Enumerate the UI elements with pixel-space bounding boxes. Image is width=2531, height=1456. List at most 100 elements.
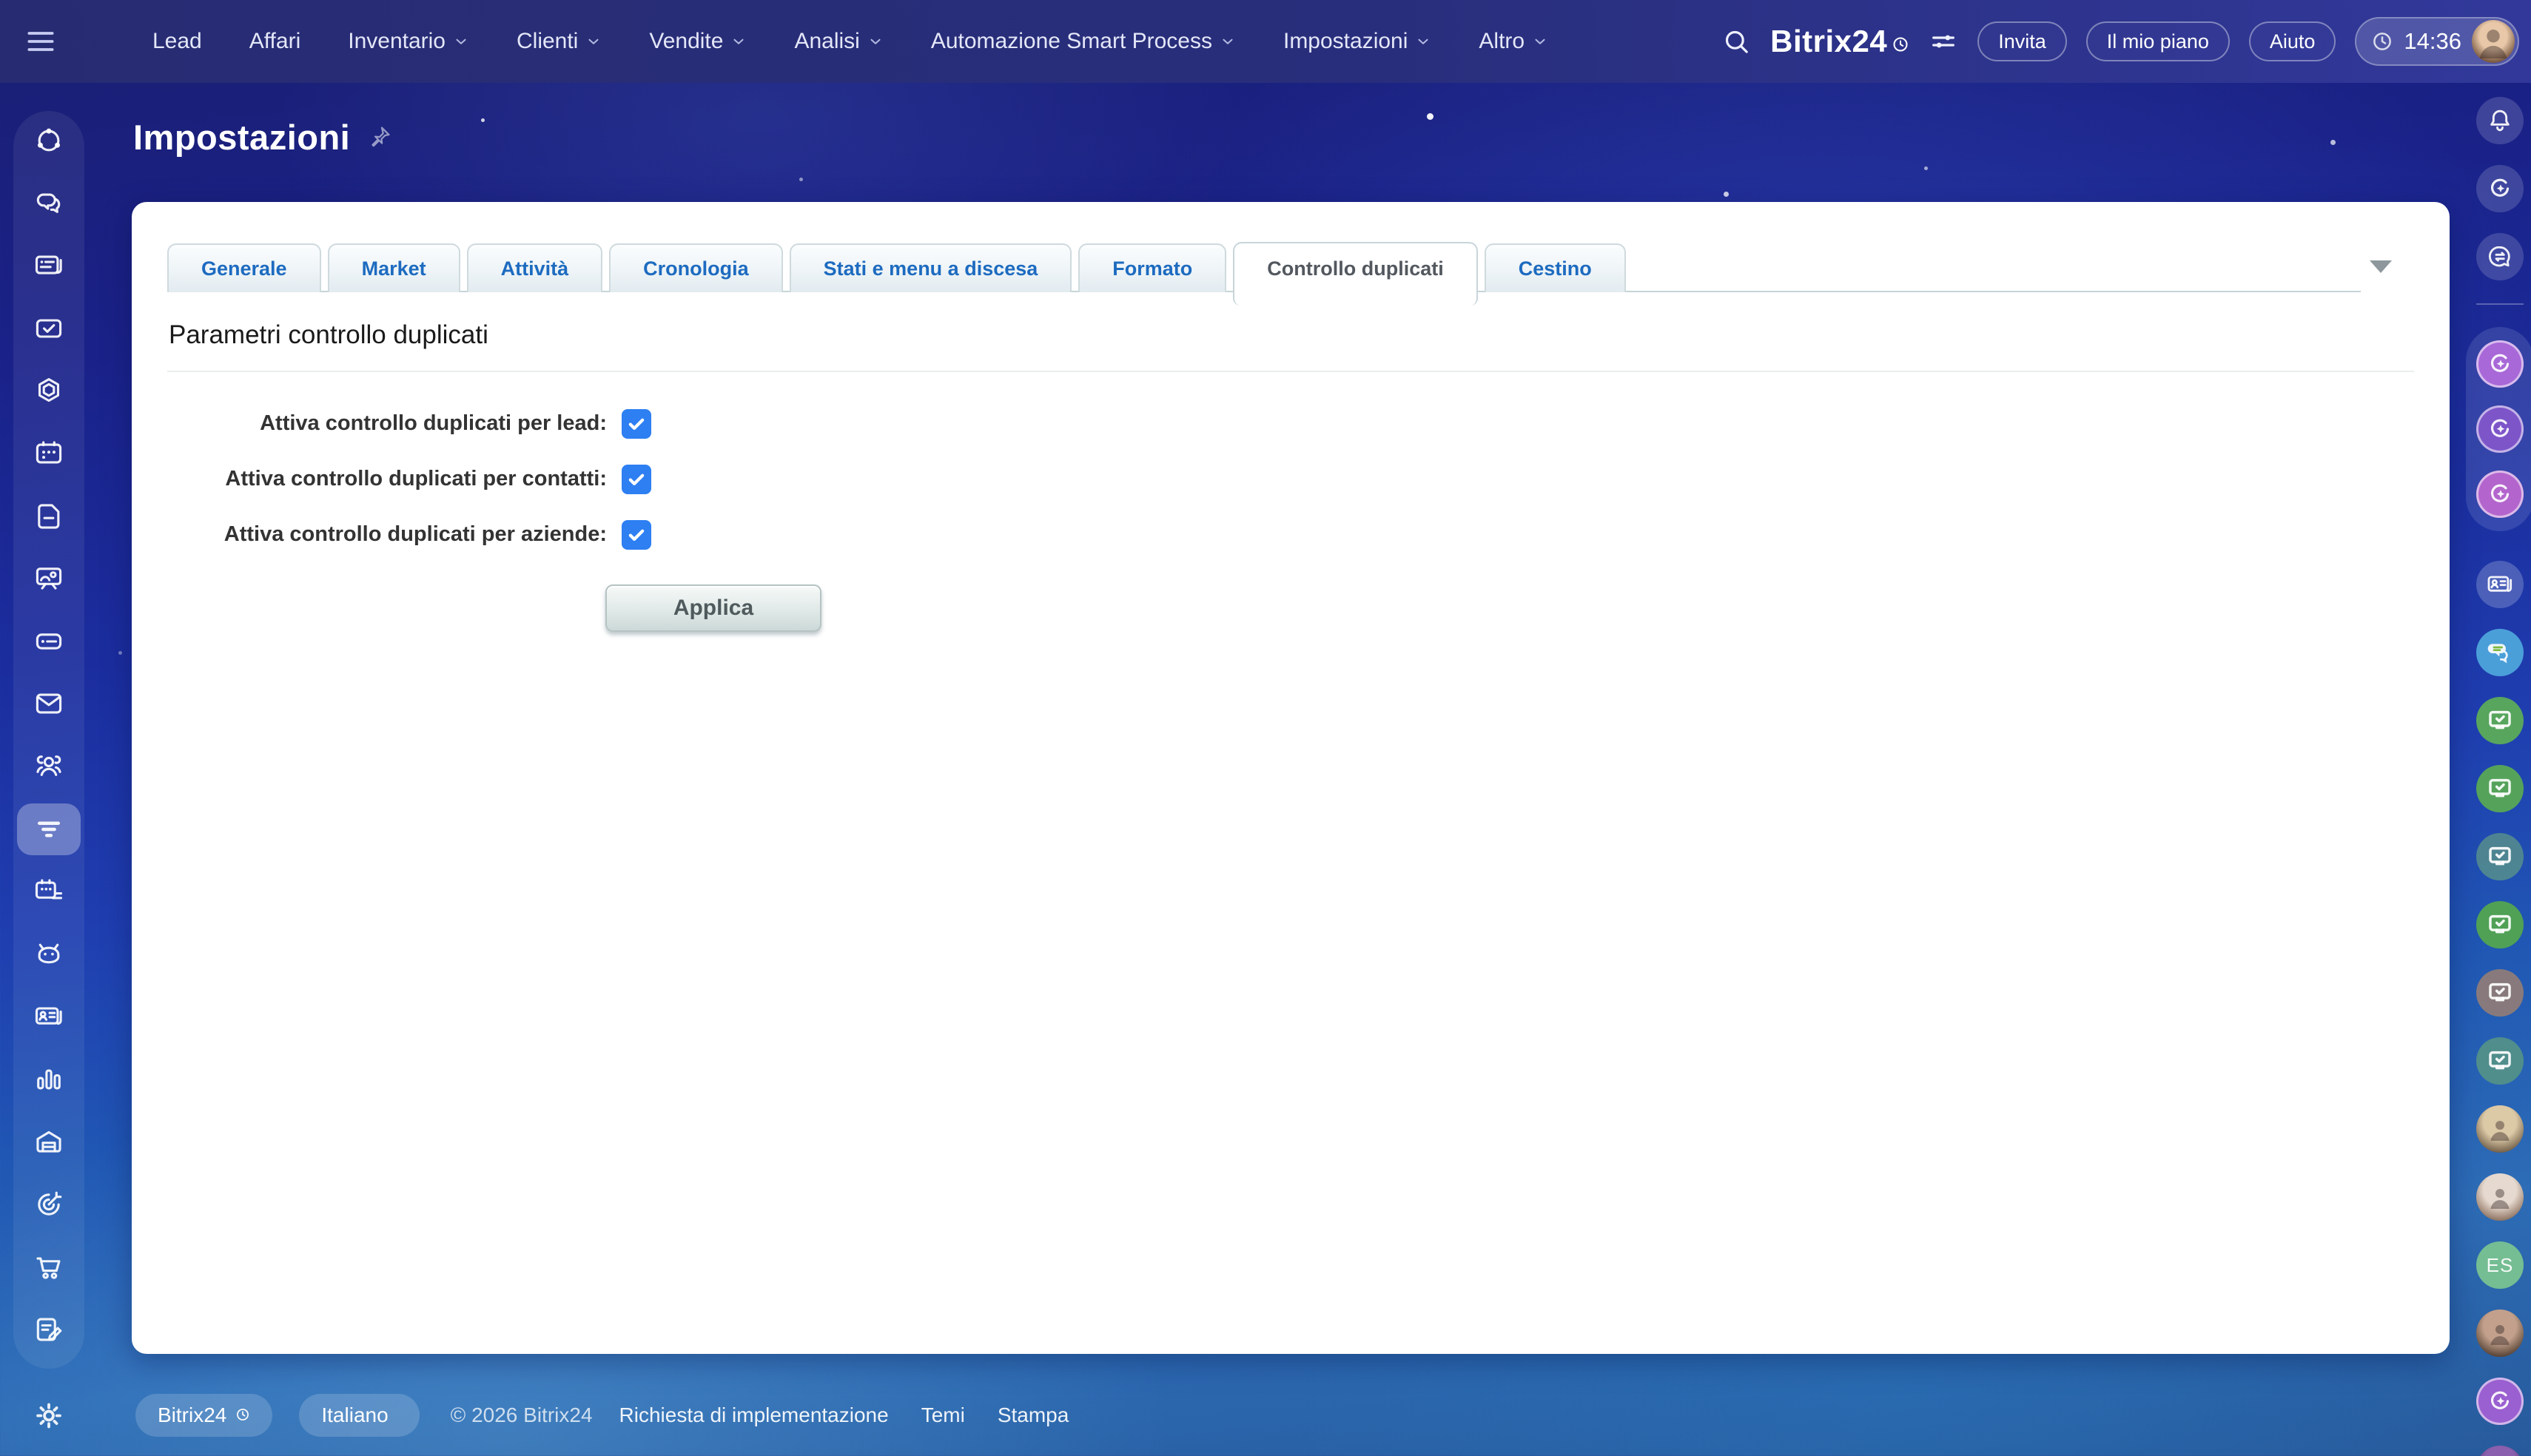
user-avatar[interactable] (2476, 1446, 2524, 1456)
user-avatar[interactable] (2472, 20, 2515, 63)
top-bar: Lead Affari Inventario Clienti Vendite Analis… (0, 0, 2531, 83)
nav-item-automazione-smart-process[interactable]: Automazione Smart Process (931, 29, 1236, 54)
field-row: Attiva controllo duplicati per contatti: (167, 451, 2414, 507)
video-conference-icon[interactable] (25, 558, 73, 599)
topbar-right-cluster: Bitrix24 Invita Il mio piano Aiuto 14:36 (1721, 0, 2519, 83)
checkbox-checked[interactable] (622, 408, 651, 439)
mail-envelope-icon[interactable] (25, 683, 73, 724)
nav-item-label: Affari (249, 29, 301, 53)
nav-item-clienti[interactable]: Clienti (517, 29, 602, 54)
copilot-icon[interactable] (2476, 165, 2524, 212)
monitor-check-icon[interactable] (2476, 901, 2524, 948)
monitor-check-icon[interactable] (2476, 969, 2524, 1017)
nav-item-impostazioni[interactable]: Impostazioni (1283, 29, 1431, 54)
apply-button[interactable]: Applica (605, 584, 821, 632)
field-label: Attiva controllo duplicati per aziende: (223, 522, 607, 546)
monitor-check-icon[interactable] (2476, 765, 2524, 812)
tab-cronologia[interactable]: Cronologia (609, 243, 783, 292)
copilot-icon[interactable] (2476, 340, 2524, 388)
help-button[interactable]: Aiuto (2248, 21, 2336, 61)
tab-controllo-duplicati[interactable]: Controllo duplicati (1233, 242, 1478, 306)
search-icon[interactable] (1721, 27, 1751, 56)
tab-attivita[interactable]: Attività (466, 243, 603, 292)
copilot-hexagon-icon[interactable] (25, 370, 73, 411)
time-widget[interactable]: 14:36 (2355, 17, 2519, 66)
tab-formato[interactable]: Formato (1078, 243, 1227, 292)
contact-card-icon[interactable] (25, 996, 73, 1037)
nav-item-lead[interactable]: Lead (152, 29, 202, 54)
people-group-icon[interactable] (25, 746, 73, 787)
current-time: 14:36 (2404, 28, 2461, 54)
footer-brand-badge[interactable]: Bitrix24 (135, 1394, 273, 1437)
monitor-check-icon[interactable] (2476, 1037, 2524, 1085)
footer: Bitrix24 Italiano © 2026 Bitrix24 Richie… (135, 1394, 1069, 1437)
language-selector[interactable]: Italiano (299, 1394, 420, 1437)
messenger-sync-icon[interactable] (2476, 233, 2524, 280)
nav-item-altro[interactable]: Altro (1479, 29, 1548, 54)
field-row: Attiva controllo duplicati per aziende: (167, 507, 2414, 562)
chevron-down-icon (1532, 33, 1548, 50)
checkbox-checked[interactable] (622, 464, 651, 494)
user-avatar[interactable] (2476, 1310, 2524, 1357)
field-label: Attiva controllo duplicati per lead: (260, 411, 607, 435)
marketing-target-icon[interactable] (25, 1184, 73, 1225)
top-nav: Lead Affari Inventario Clienti Vendite Analis… (152, 29, 1548, 54)
crm-funnel-icon[interactable] (17, 803, 81, 855)
chevron-down-icon (730, 33, 747, 50)
contact-card-icon[interactable] (2476, 561, 2524, 608)
tabs-overflow-caret-icon[interactable] (2370, 260, 2392, 273)
chat-green-lines-icon[interactable] (2476, 629, 2524, 676)
sliders-icon[interactable] (1929, 27, 1958, 56)
bar-chart-icon[interactable] (25, 1059, 73, 1100)
copilot-icon[interactable] (2476, 471, 2524, 518)
tabs-bar: Generale Market Attività Cronologia Stati e … (132, 202, 2450, 306)
footer-link-richiesta-di-implementazione[interactable]: Richiesta di implementazione (619, 1403, 889, 1427)
sign-document-icon[interactable] (25, 1309, 73, 1350)
document-page-icon[interactable] (25, 496, 73, 537)
collab-network-icon[interactable] (25, 120, 73, 161)
tab-cestino[interactable]: Cestino (1484, 243, 1626, 292)
shopping-cart-icon[interactable] (25, 1247, 73, 1288)
footer-brand-text: Bitrix24 (158, 1403, 227, 1426)
chat-bubbles-icon[interactable] (25, 183, 73, 224)
nav-item-inventario[interactable]: Inventario (348, 29, 469, 54)
nav-item-label: Lead (152, 29, 202, 53)
nav-item-vendite[interactable]: Vendite (649, 29, 747, 54)
logo-text: Bitrix24 (1770, 24, 1888, 58)
copilot-icon[interactable] (2476, 405, 2524, 453)
user-avatar[interactable] (2476, 1105, 2524, 1153)
fields-container: Attiva controllo duplicati per lead: Atti… (167, 396, 2414, 562)
user-avatar[interactable] (2476, 1173, 2524, 1221)
my-plan-button[interactable]: Il mio piano (2085, 21, 2230, 61)
drive-box-icon[interactable] (25, 621, 73, 662)
initials-badge[interactable]: ES (2476, 1241, 2524, 1289)
tasks-check-icon[interactable] (25, 308, 73, 349)
footer-link-temi[interactable]: Temi (921, 1403, 965, 1427)
tab-stati-e-menu-a-discesa[interactable]: Stati e menu a discesa (789, 243, 1072, 292)
copilot-icon[interactable] (2476, 1378, 2524, 1425)
newsfeed-card-icon[interactable] (25, 245, 73, 286)
pin-icon[interactable] (365, 124, 393, 152)
clock-icon (2371, 30, 2393, 53)
tab-market[interactable]: Market (327, 243, 460, 292)
notifications-bell-icon[interactable] (2476, 97, 2524, 144)
calendar-dots-icon[interactable] (25, 433, 73, 474)
chevron-down-icon (1220, 33, 1236, 50)
tab-generale[interactable]: Generale (167, 243, 321, 292)
footer-links: Richiesta di implementazione Temi Stampa (619, 1403, 1069, 1427)
checkbox-checked[interactable] (622, 519, 651, 550)
ai-robot-icon[interactable] (25, 934, 73, 975)
settings-gear-icon[interactable] (32, 1399, 66, 1437)
monitor-check-icon[interactable] (2476, 697, 2524, 744)
settings-panel: Generale Market Attività Cronologia Stati e … (132, 202, 2450, 1354)
nav-item-affari[interactable]: Affari (249, 29, 300, 54)
nav-item-analisi[interactable]: Analisi (794, 29, 883, 54)
hamburger-menu-icon[interactable] (0, 25, 81, 58)
language-label: Italiano (321, 1403, 389, 1426)
invite-button[interactable]: Invita (1977, 21, 2067, 61)
bitrix24-logo[interactable]: Bitrix24 (1770, 24, 1909, 59)
warehouse-icon[interactable] (25, 1122, 73, 1163)
footer-link-stampa[interactable]: Stampa (998, 1403, 1069, 1427)
booking-calendar-icon[interactable] (25, 871, 73, 912)
monitor-check-icon[interactable] (2476, 833, 2524, 880)
